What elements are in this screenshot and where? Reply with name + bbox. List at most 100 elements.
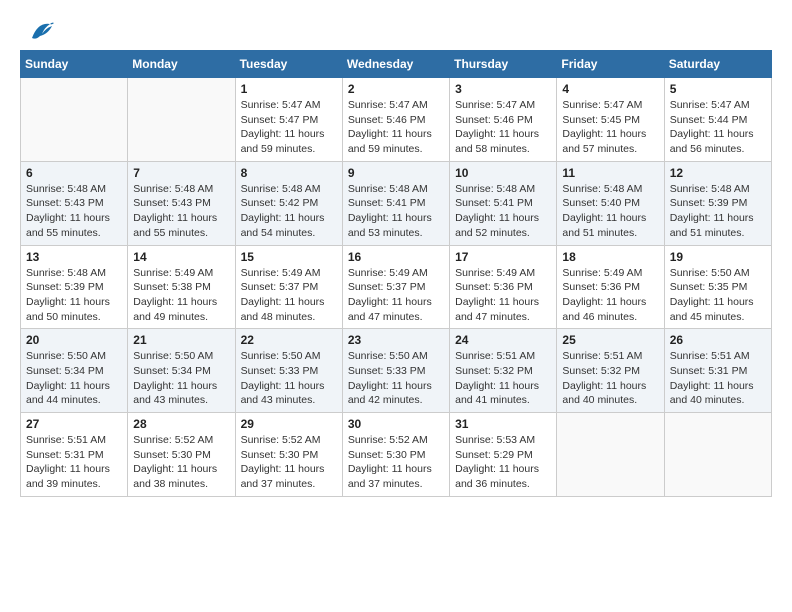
day-info: Sunrise: 5:48 AMSunset: 5:43 PMDaylight:… [133,182,229,241]
day-number: 14 [133,250,229,264]
calendar-cell [128,78,235,162]
day-number: 15 [241,250,337,264]
page-header [20,20,772,40]
day-info: Sunrise: 5:48 AMSunset: 5:42 PMDaylight:… [241,182,337,241]
day-info: Sunrise: 5:49 AMSunset: 5:37 PMDaylight:… [348,266,444,325]
calendar-cell: 31 Sunrise: 5:53 AMSunset: 5:29 PMDayligh… [450,413,557,497]
day-info: Sunrise: 5:52 AMSunset: 5:30 PMDaylight:… [348,433,444,492]
calendar-cell: 25 Sunrise: 5:51 AMSunset: 5:32 PMDayligh… [557,329,664,413]
day-number: 21 [133,333,229,347]
calendar-cell: 3 Sunrise: 5:47 AMSunset: 5:46 PMDaylight… [450,78,557,162]
day-number: 18 [562,250,658,264]
weekday-header-tuesday: Tuesday [235,51,342,78]
day-info: Sunrise: 5:47 AMSunset: 5:47 PMDaylight:… [241,98,337,157]
day-number: 5 [670,82,766,96]
day-info: Sunrise: 5:49 AMSunset: 5:36 PMDaylight:… [562,266,658,325]
calendar-cell: 10 Sunrise: 5:48 AMSunset: 5:41 PMDayligh… [450,161,557,245]
calendar-cell: 4 Sunrise: 5:47 AMSunset: 5:45 PMDaylight… [557,78,664,162]
day-number: 28 [133,417,229,431]
calendar-cell: 22 Sunrise: 5:50 AMSunset: 5:33 PMDayligh… [235,329,342,413]
calendar-cell: 7 Sunrise: 5:48 AMSunset: 5:43 PMDaylight… [128,161,235,245]
day-info: Sunrise: 5:48 AMSunset: 5:41 PMDaylight:… [455,182,551,241]
weekday-header-saturday: Saturday [664,51,771,78]
day-info: Sunrise: 5:48 AMSunset: 5:39 PMDaylight:… [26,266,122,325]
day-number: 24 [455,333,551,347]
weekday-header-thursday: Thursday [450,51,557,78]
day-number: 2 [348,82,444,96]
day-number: 17 [455,250,551,264]
day-info: Sunrise: 5:51 AMSunset: 5:32 PMDaylight:… [562,349,658,408]
day-info: Sunrise: 5:47 AMSunset: 5:46 PMDaylight:… [348,98,444,157]
day-info: Sunrise: 5:47 AMSunset: 5:45 PMDaylight:… [562,98,658,157]
calendar-cell: 5 Sunrise: 5:47 AMSunset: 5:44 PMDaylight… [664,78,771,162]
day-number: 25 [562,333,658,347]
day-info: Sunrise: 5:51 AMSunset: 5:31 PMDaylight:… [26,433,122,492]
day-number: 4 [562,82,658,96]
calendar-cell: 30 Sunrise: 5:52 AMSunset: 5:30 PMDayligh… [342,413,449,497]
day-number: 10 [455,166,551,180]
day-number: 22 [241,333,337,347]
calendar-cell [557,413,664,497]
day-number: 20 [26,333,122,347]
day-info: Sunrise: 5:51 AMSunset: 5:31 PMDaylight:… [670,349,766,408]
day-number: 23 [348,333,444,347]
calendar-cell: 20 Sunrise: 5:50 AMSunset: 5:34 PMDayligh… [21,329,128,413]
day-number: 7 [133,166,229,180]
day-info: Sunrise: 5:49 AMSunset: 5:36 PMDaylight:… [455,266,551,325]
calendar-cell: 21 Sunrise: 5:50 AMSunset: 5:34 PMDayligh… [128,329,235,413]
day-info: Sunrise: 5:52 AMSunset: 5:30 PMDaylight:… [241,433,337,492]
calendar-week-row: 1 Sunrise: 5:47 AMSunset: 5:47 PMDaylight… [21,78,772,162]
day-number: 16 [348,250,444,264]
day-number: 3 [455,82,551,96]
day-number: 13 [26,250,122,264]
day-number: 12 [670,166,766,180]
calendar-week-row: 6Sunrise: 5:48 AMSunset: 5:43 PMDaylight… [21,161,772,245]
day-number: 30 [348,417,444,431]
day-info: Sunrise: 5:51 AMSunset: 5:32 PMDaylight:… [455,349,551,408]
calendar-header-row: SundayMondayTuesdayWednesdayThursdayFrid… [21,51,772,78]
calendar-cell: 9 Sunrise: 5:48 AMSunset: 5:41 PMDaylight… [342,161,449,245]
calendar-cell [664,413,771,497]
weekday-header-friday: Friday [557,51,664,78]
calendar-cell: 28Sunrise: 5:52 AMSunset: 5:30 PMDayligh… [128,413,235,497]
day-info: Sunrise: 5:50 AMSunset: 5:33 PMDaylight:… [348,349,444,408]
calendar-cell: 27Sunrise: 5:51 AMSunset: 5:31 PMDayligh… [21,413,128,497]
calendar-cell: 19 Sunrise: 5:50 AMSunset: 5:35 PMDayligh… [664,245,771,329]
day-number: 31 [455,417,551,431]
day-info: Sunrise: 5:50 AMSunset: 5:34 PMDaylight:… [26,349,122,408]
day-info: Sunrise: 5:47 AMSunset: 5:44 PMDaylight:… [670,98,766,157]
day-number: 8 [241,166,337,180]
day-info: Sunrise: 5:48 AMSunset: 5:40 PMDaylight:… [562,182,658,241]
calendar-cell: 14 Sunrise: 5:49 AMSunset: 5:38 PMDayligh… [128,245,235,329]
logo-bird-icon [22,20,54,42]
calendar-cell: 6Sunrise: 5:48 AMSunset: 5:43 PMDaylight… [21,161,128,245]
calendar-cell: 1 Sunrise: 5:47 AMSunset: 5:47 PMDaylight… [235,78,342,162]
calendar-week-row: 27Sunrise: 5:51 AMSunset: 5:31 PMDayligh… [21,413,772,497]
day-info: Sunrise: 5:48 AMSunset: 5:39 PMDaylight:… [670,182,766,241]
day-info: Sunrise: 5:48 AMSunset: 5:43 PMDaylight:… [26,182,122,241]
day-number: 19 [670,250,766,264]
day-info: Sunrise: 5:48 AMSunset: 5:41 PMDaylight:… [348,182,444,241]
calendar-cell: 16 Sunrise: 5:49 AMSunset: 5:37 PMDayligh… [342,245,449,329]
day-info: Sunrise: 5:49 AMSunset: 5:37 PMDaylight:… [241,266,337,325]
day-info: Sunrise: 5:53 AMSunset: 5:29 PMDaylight:… [455,433,551,492]
day-info: Sunrise: 5:47 AMSunset: 5:46 PMDaylight:… [455,98,551,157]
day-info: Sunrise: 5:50 AMSunset: 5:35 PMDaylight:… [670,266,766,325]
calendar-week-row: 13 Sunrise: 5:48 AMSunset: 5:39 PMDayligh… [21,245,772,329]
day-info: Sunrise: 5:49 AMSunset: 5:38 PMDaylight:… [133,266,229,325]
calendar-cell: 17 Sunrise: 5:49 AMSunset: 5:36 PMDayligh… [450,245,557,329]
day-info: Sunrise: 5:50 AMSunset: 5:33 PMDaylight:… [241,349,337,408]
calendar-cell: 2 Sunrise: 5:47 AMSunset: 5:46 PMDaylight… [342,78,449,162]
calendar-cell: 24 Sunrise: 5:51 AMSunset: 5:32 PMDayligh… [450,329,557,413]
day-number: 9 [348,166,444,180]
calendar-cell: 29 Sunrise: 5:52 AMSunset: 5:30 PMDayligh… [235,413,342,497]
weekday-header-monday: Monday [128,51,235,78]
calendar-cell: 15 Sunrise: 5:49 AMSunset: 5:37 PMDayligh… [235,245,342,329]
calendar-cell: 26Sunrise: 5:51 AMSunset: 5:31 PMDayligh… [664,329,771,413]
day-number: 1 [241,82,337,96]
day-info: Sunrise: 5:50 AMSunset: 5:34 PMDaylight:… [133,349,229,408]
weekday-header-sunday: Sunday [21,51,128,78]
calendar-cell: 18 Sunrise: 5:49 AMSunset: 5:36 PMDayligh… [557,245,664,329]
day-number: 29 [241,417,337,431]
weekday-header-wednesday: Wednesday [342,51,449,78]
